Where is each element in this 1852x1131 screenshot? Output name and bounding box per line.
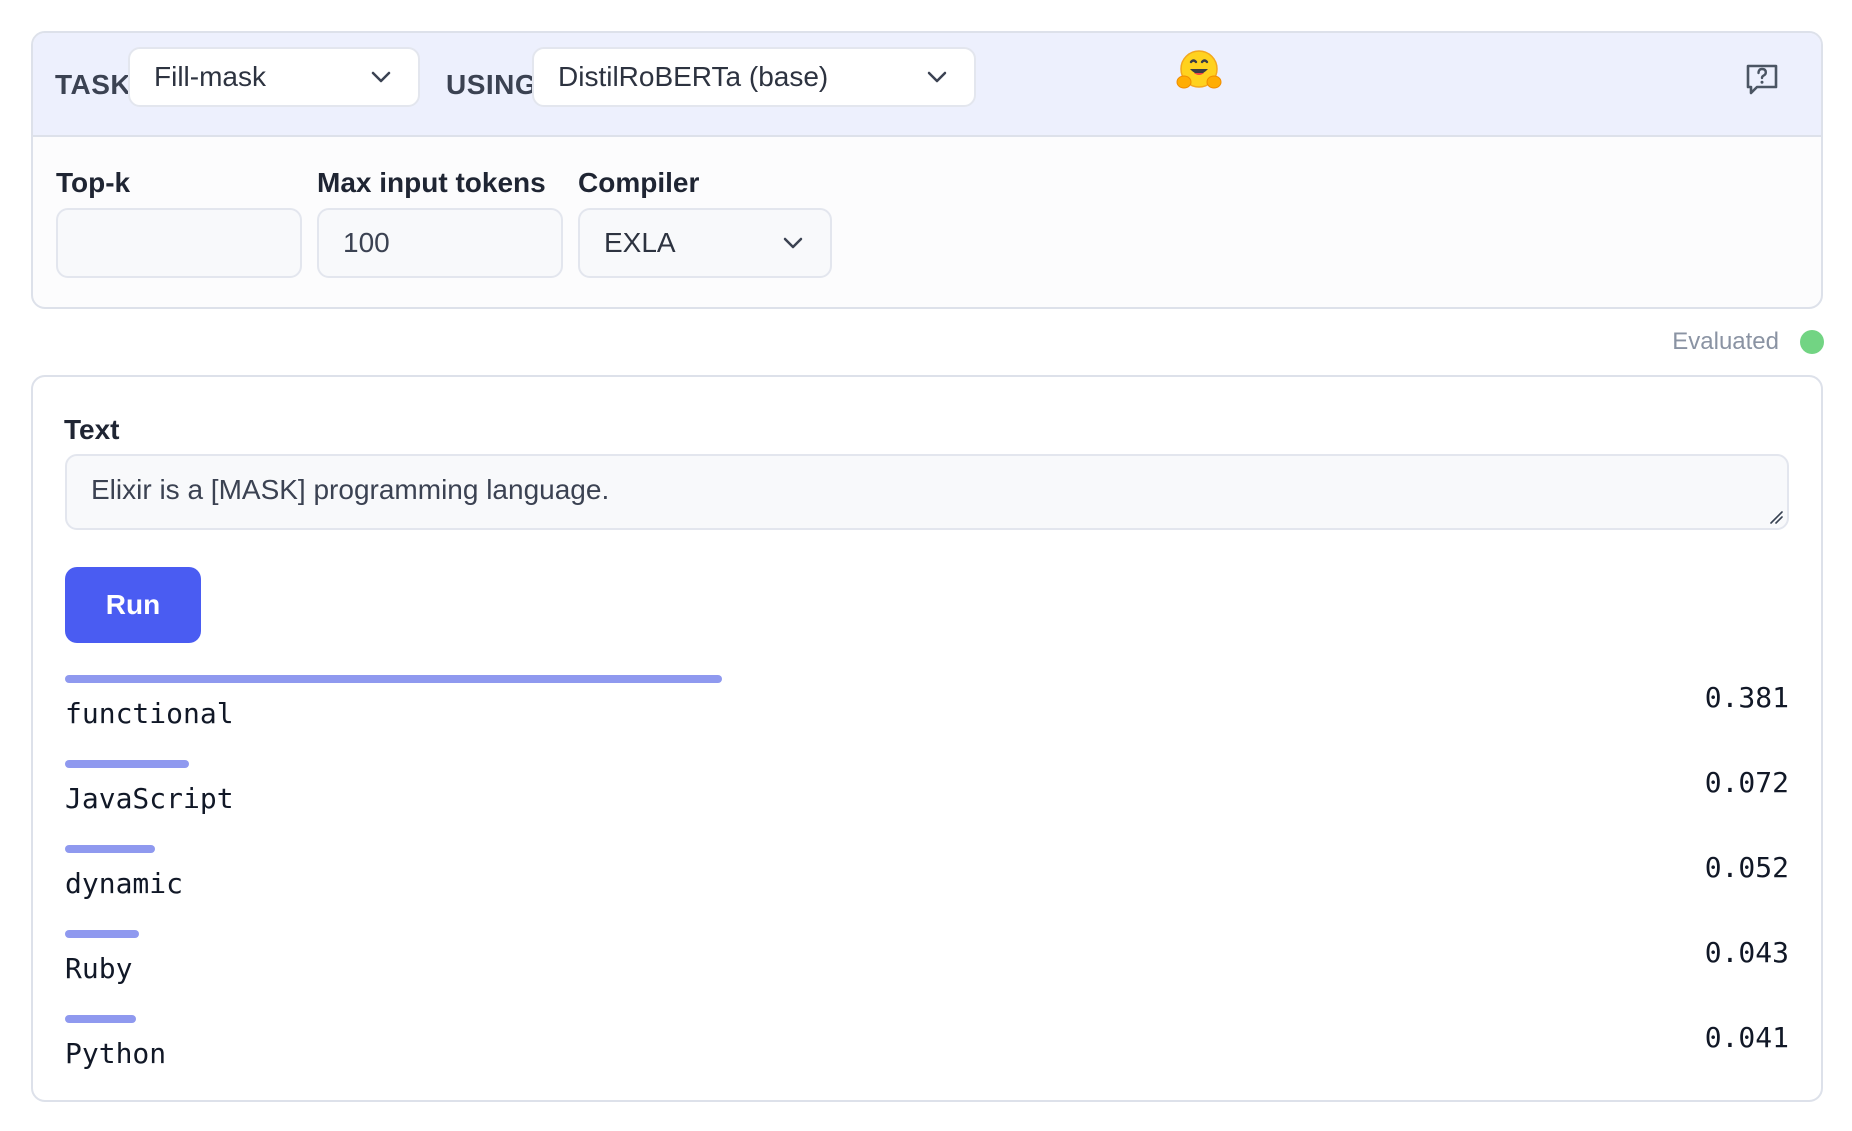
hugging-face-icon xyxy=(1176,50,1222,89)
compiler-select-value: EXLA xyxy=(604,227,676,258)
result-bar-track xyxy=(65,675,1789,683)
resize-handle-icon[interactable] xyxy=(1769,510,1783,524)
result-label: Ruby xyxy=(65,952,133,985)
result-label: dynamic xyxy=(65,867,184,900)
result-row: Python 0.041 xyxy=(65,1015,1789,1100)
result-label: JavaScript xyxy=(65,782,234,815)
result-row: JavaScript 0.072 xyxy=(65,760,1789,845)
result-probability-bar xyxy=(65,845,155,853)
result-score: 0.052 xyxy=(1704,851,1789,884)
result-row: Ruby 0.043 xyxy=(65,930,1789,1015)
task-label: TASK xyxy=(55,69,132,100)
result-label: Python xyxy=(65,1037,167,1070)
result-bar-track xyxy=(65,845,1789,853)
topk-input[interactable] xyxy=(56,208,302,278)
text-input[interactable]: Elixir is a [MASK] programming language. xyxy=(65,454,1789,530)
result-score: 0.041 xyxy=(1704,1021,1789,1054)
result-label: functional xyxy=(65,697,234,730)
model-config-card: TASK Fill-mask USING DistilRoBERTa (base… xyxy=(31,31,1823,309)
result-probability-bar xyxy=(65,930,139,938)
text-input-value: Elixir is a [MASK] programming language. xyxy=(91,474,610,505)
result-bar-track xyxy=(65,930,1789,938)
chevron-down-icon xyxy=(371,71,391,83)
result-bar-track xyxy=(65,1015,1789,1023)
help-question-icon[interactable] xyxy=(1744,61,1780,97)
topk-label: Top-k xyxy=(56,167,131,198)
result-score: 0.381 xyxy=(1704,681,1789,714)
header-bar: TASK Fill-mask USING DistilRoBERTa (base… xyxy=(33,33,1821,137)
model-select-value: DistilRoBERTa (base) xyxy=(558,61,829,92)
model-select[interactable]: DistilRoBERTa (base) xyxy=(532,47,976,107)
compiler-select[interactable]: EXLA xyxy=(578,208,832,278)
max-tokens-input[interactable]: 100 xyxy=(317,208,563,278)
output-card: Text Elixir is a [MASK] programming lang… xyxy=(31,375,1823,1102)
evaluation-status-text: Evaluated xyxy=(1672,328,1779,355)
result-probability-bar xyxy=(65,675,722,683)
result-row: functional 0.381 xyxy=(65,675,1789,760)
prediction-results-list: functional 0.381 JavaScript 0.072 dynamic 0.0… xyxy=(65,675,1789,1100)
task-select-value: Fill-mask xyxy=(154,61,266,92)
using-label: USING xyxy=(446,69,538,100)
result-bar-track xyxy=(65,760,1789,768)
chevron-down-icon xyxy=(927,71,947,83)
result-probability-bar xyxy=(65,1015,136,1023)
chevron-down-icon xyxy=(783,237,803,249)
max-tokens-label: Max input tokens xyxy=(317,167,546,198)
text-input-label: Text xyxy=(64,414,120,445)
evaluation-status-indicator xyxy=(1800,330,1824,354)
result-probability-bar xyxy=(65,760,189,768)
compiler-label: Compiler xyxy=(578,167,700,198)
max-tokens-input-value: 100 xyxy=(343,227,390,258)
task-select[interactable]: Fill-mask xyxy=(128,47,420,107)
result-score: 0.043 xyxy=(1704,936,1789,969)
result-score: 0.072 xyxy=(1704,766,1789,799)
run-button[interactable]: Run xyxy=(65,567,201,643)
result-row: dynamic 0.052 xyxy=(65,845,1789,930)
